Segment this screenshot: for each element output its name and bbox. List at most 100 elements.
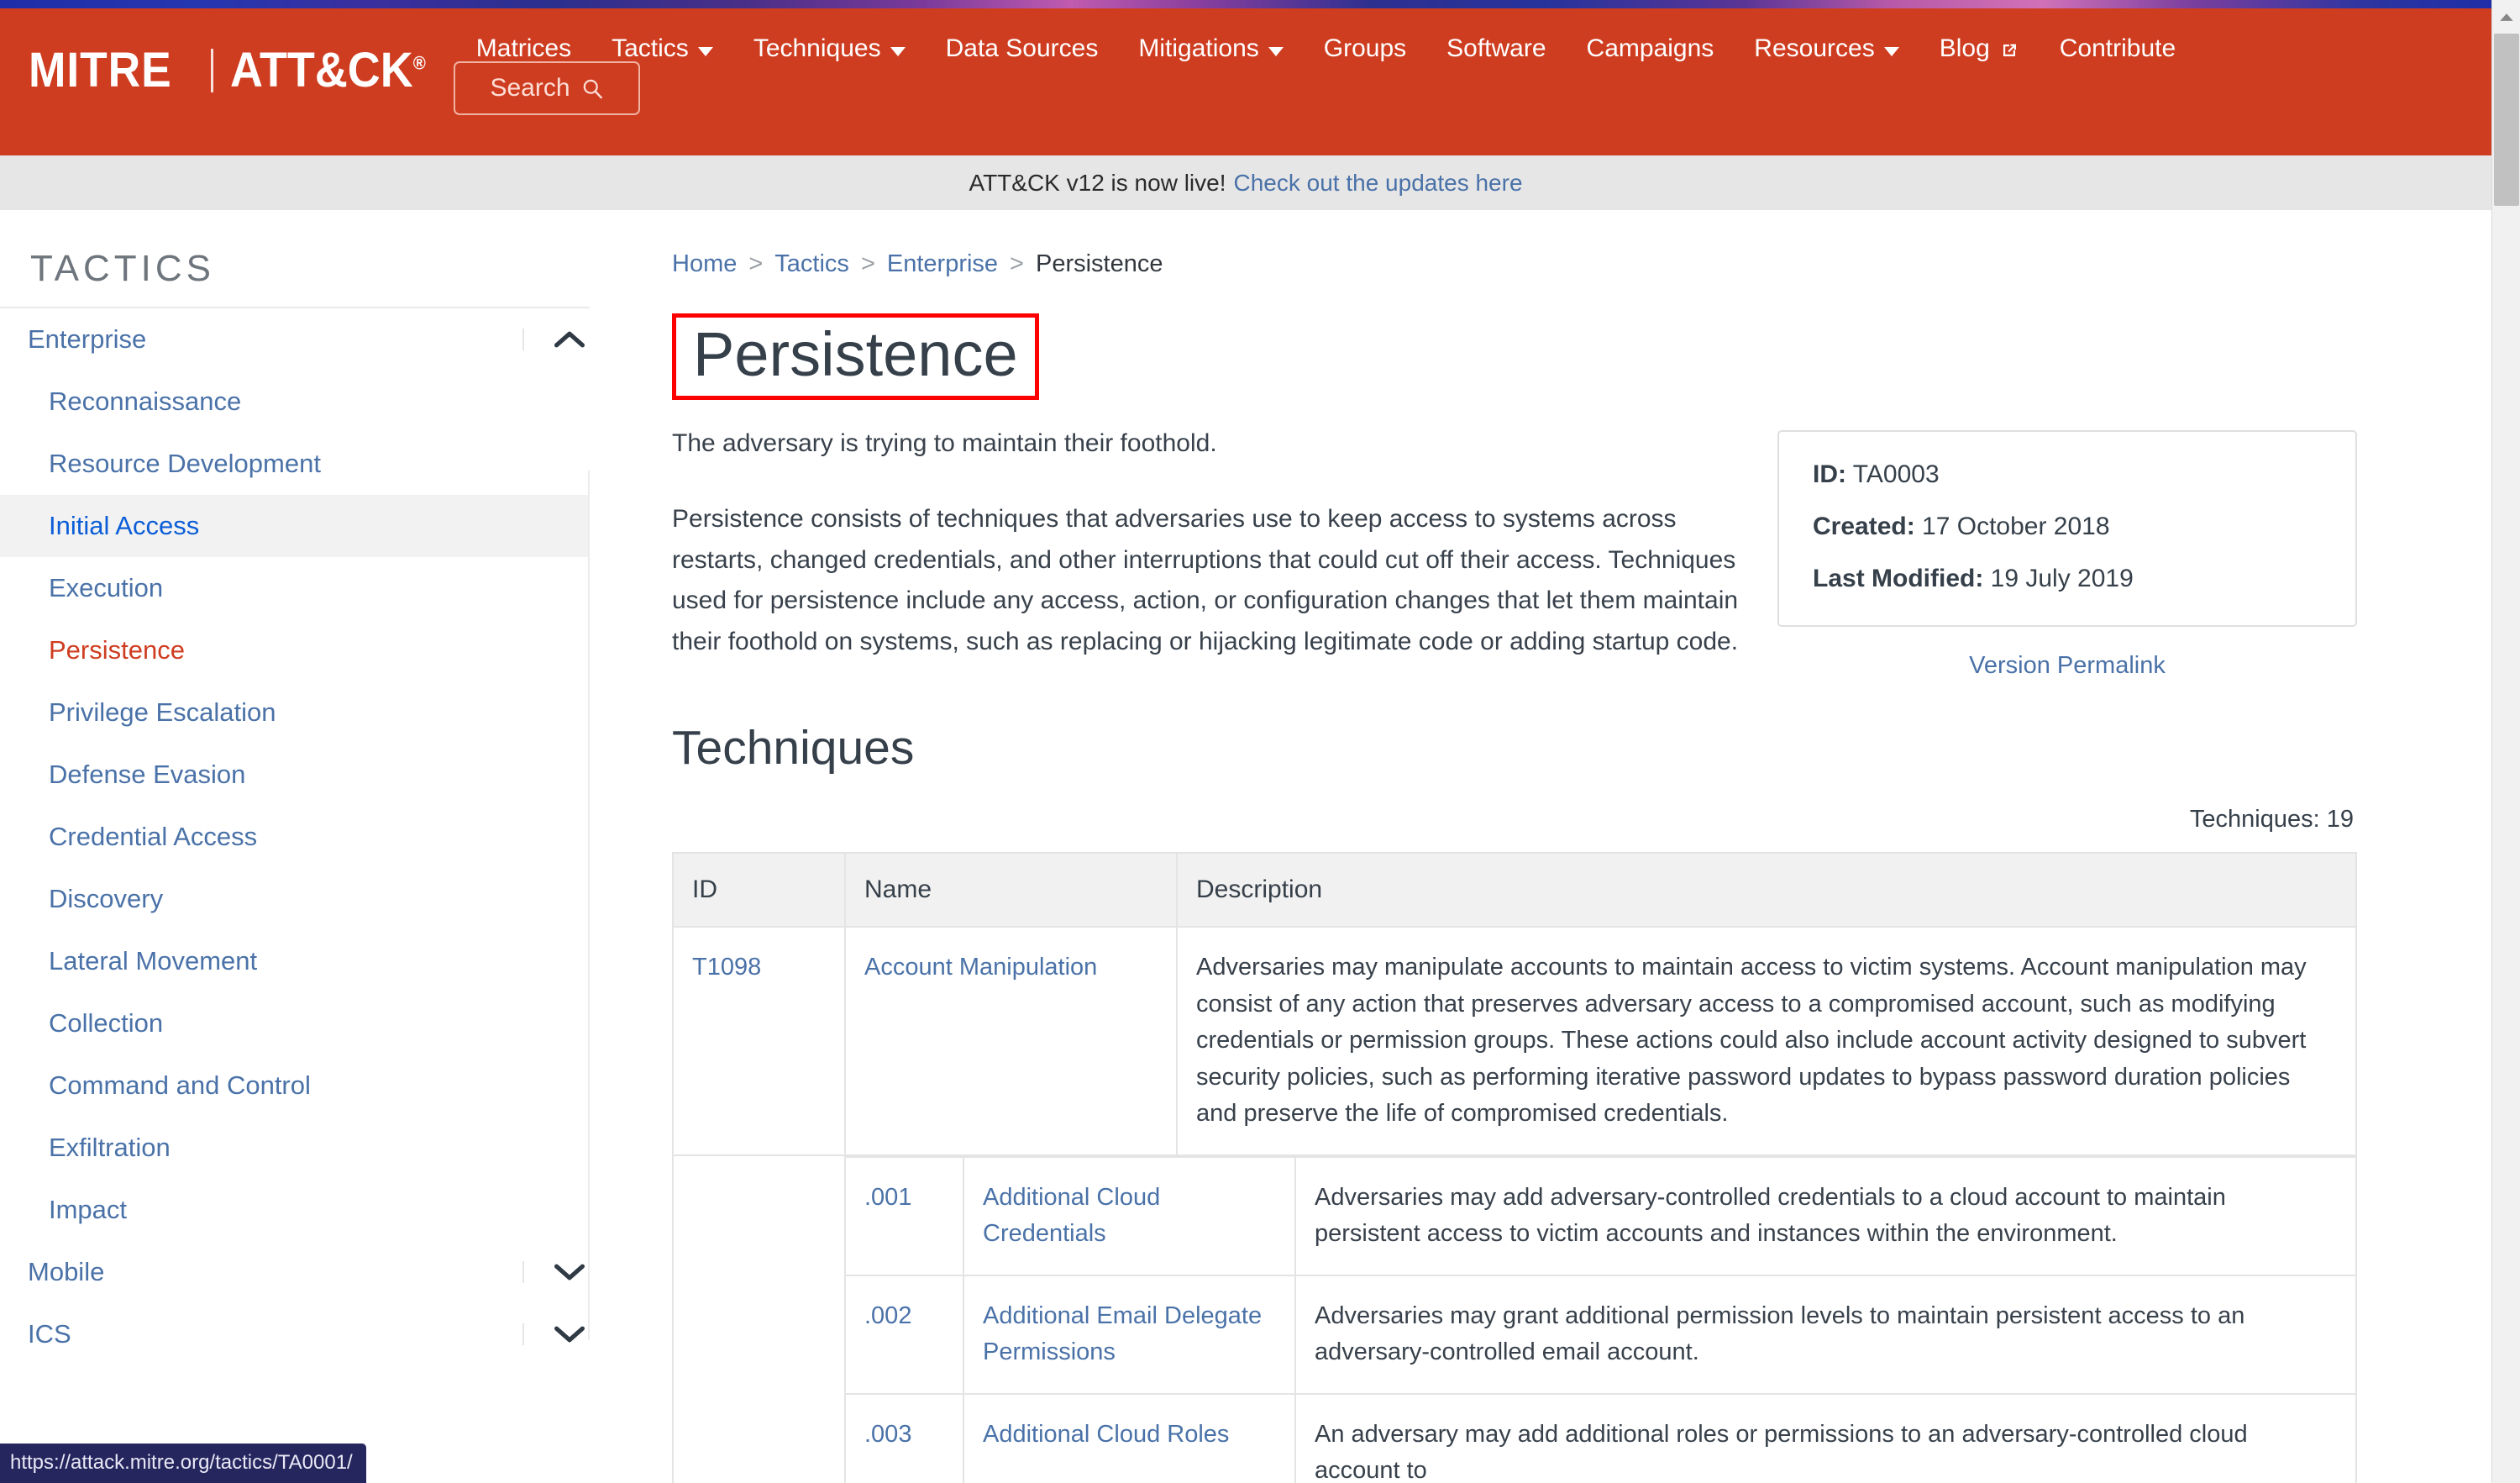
announcement-banner: ATT&CK v12 is now live! Check out the up…: [0, 155, 2491, 210]
subtechniques-container: .001 Additional Cloud Credentials Advers…: [845, 1155, 2356, 1483]
sidebar-group-label: ICS: [28, 1319, 71, 1349]
external-link-icon: [1999, 39, 2019, 59]
subtechnique-indent-spacer: [673, 1155, 845, 1483]
search-icon: [581, 77, 604, 100]
info-row-last-modified: Last Modified: 19 July 2019: [1813, 561, 2322, 597]
sidebar-item-reconnaissance[interactable]: Reconnaissance: [0, 371, 590, 433]
info-label-id: ID:: [1813, 460, 1846, 488]
nav-item-resources[interactable]: Resources: [1734, 29, 1919, 68]
page-body: TACTICS Enterprise Reconnaissance Resour…: [0, 210, 2491, 1483]
nav-label: Resources: [1754, 34, 1874, 63]
techniques-table-body: T1098 Account Manipulation Adversaries m…: [673, 927, 2356, 1483]
info-value-created: 17 October 2018: [1922, 513, 2110, 540]
subtechnique-name-cell: Additional Cloud Roles: [963, 1394, 1295, 1483]
technique-id-link[interactable]: T1098: [692, 954, 761, 981]
subtechnique-name-link[interactable]: Additional Cloud Credentials: [983, 1184, 1160, 1248]
version-permalink-link[interactable]: Version Permalink: [1777, 652, 2357, 680]
intro-section: The adversary is trying to maintain thei…: [672, 425, 2357, 680]
sidebar-item-impact[interactable]: Impact: [0, 1179, 590, 1241]
sidebar-item-persistence[interactable]: Persistence: [0, 619, 590, 681]
subtechnique-id-link[interactable]: .003: [864, 1421, 911, 1448]
table-row: .002 Additional Email Delegate Permissio…: [846, 1275, 2355, 1394]
sidebar-group-enterprise[interactable]: Enterprise: [0, 308, 622, 371]
sidebar-group-ics[interactable]: ICS: [0, 1303, 622, 1365]
chevron-up-icon[interactable]: [522, 329, 588, 350]
info-row-created: Created: 17 October 2018: [1813, 509, 2322, 544]
sidebar-group-label: Enterprise: [28, 324, 146, 355]
subtechnique-id-cell: .001: [846, 1157, 963, 1275]
sidebar-item-exfiltration[interactable]: Exfiltration: [0, 1117, 590, 1179]
search-placeholder: Search: [490, 74, 570, 103]
breadcrumb: Home > Tactics > Enterprise > Persistenc…: [672, 250, 2357, 278]
sidebar-item-resource-development[interactable]: Resource Development: [0, 433, 590, 495]
sidebar-item-command-and-control[interactable]: Command and Control: [0, 1054, 590, 1117]
info-column: ID: TA0003 Created: 17 October 2018 Last…: [1777, 425, 2357, 680]
subtechnique-id-link[interactable]: .001: [864, 1184, 911, 1211]
subtechnique-id-cell: .002: [846, 1275, 963, 1394]
chevron-down-icon[interactable]: [522, 1323, 588, 1345]
subtechnique-id-link[interactable]: .002: [864, 1302, 911, 1329]
technique-name-link[interactable]: Account Manipulation: [864, 954, 1097, 981]
table-row: T1098 Account Manipulation Adversaries m…: [673, 927, 2356, 1155]
scrollbar-up-arrow-icon[interactable]: [2492, 5, 2520, 29]
technique-id-cell: T1098: [673, 927, 845, 1155]
nav-item-contribute[interactable]: Contribute: [2040, 29, 2196, 68]
sidebar-item-defense-evasion[interactable]: Defense Evasion: [0, 744, 590, 806]
page-scrollbar[interactable]: [2491, 0, 2520, 1483]
sidebar-group-mobile[interactable]: Mobile: [0, 1241, 622, 1303]
nav-label: Techniques: [753, 34, 881, 63]
nav-item-mitigations[interactable]: Mitigations: [1118, 29, 1303, 68]
scrollbar-thumb[interactable]: [2494, 34, 2519, 206]
table-header-row: ID Name Description: [673, 853, 2356, 927]
sidebar-item-execution[interactable]: Execution: [0, 557, 590, 619]
registered-mark: ®: [413, 53, 426, 74]
nav-item-data-sources[interactable]: Data Sources: [926, 29, 1119, 68]
nav-label: Blog: [1940, 34, 1990, 63]
nav-label: Matrices: [476, 34, 571, 63]
subtechnique-description-cell: An adversary may add additional roles or…: [1295, 1394, 2355, 1483]
nav-item-software[interactable]: Software: [1426, 29, 1566, 68]
nav-item-groups[interactable]: Groups: [1304, 29, 1426, 68]
nav-item-campaigns[interactable]: Campaigns: [1567, 29, 1735, 68]
sidebar-item-discovery[interactable]: Discovery: [0, 868, 590, 930]
nav-label: Groups: [1324, 34, 1406, 63]
techniques-count: Techniques: 19: [672, 806, 2357, 834]
nav-label: Data Sources: [946, 34, 1099, 63]
breadcrumb-home[interactable]: Home: [672, 250, 737, 278]
main-content: Home > Tactics > Enterprise > Persistenc…: [622, 210, 2491, 1483]
nav-link-list: Matrices Tactics Techniques Data Sources…: [456, 23, 2491, 75]
nav-item-techniques[interactable]: Techniques: [733, 29, 926, 68]
sidebar-item-lateral-movement[interactable]: Lateral Movement: [0, 930, 590, 992]
subtechnique-name-link[interactable]: Additional Email Delegate Permissions: [983, 1302, 1262, 1366]
banner-text: ATT&CK v12 is now live!: [969, 170, 1226, 197]
search-input[interactable]: Search: [454, 61, 640, 115]
sidebar-item-initial-access[interactable]: Initial Access: [0, 495, 590, 557]
sidebar-item-collection[interactable]: Collection: [0, 992, 590, 1054]
breadcrumb-tactics[interactable]: Tactics: [774, 250, 849, 278]
subtechnique-name-link[interactable]: Additional Cloud Roles: [983, 1421, 1229, 1448]
chevron-down-icon: [1268, 47, 1284, 56]
tactic-info-card: ID: TA0003 Created: 17 October 2018 Last…: [1777, 430, 2357, 627]
sidebar-group-label: Mobile: [28, 1257, 104, 1287]
page-title-highlight-box: Persistence: [672, 313, 1039, 400]
tactic-description: Persistence consists of techniques that …: [672, 499, 1744, 662]
breadcrumb-enterprise[interactable]: Enterprise: [887, 250, 998, 278]
sidebar-item-credential-access[interactable]: Credential Access: [0, 806, 590, 868]
banner-link[interactable]: Check out the updates here: [1234, 170, 1523, 197]
chevron-down-icon[interactable]: [522, 1261, 588, 1283]
attack-wordmark: ATT&CK®: [230, 42, 426, 98]
nav-label: Mitigations: [1138, 34, 1258, 63]
nav-label: Contribute: [2060, 34, 2176, 63]
tactics-sidebar: TACTICS Enterprise Reconnaissance Resour…: [0, 210, 622, 1483]
breadcrumb-separator: >: [861, 250, 875, 278]
info-value-last-modified: 19 July 2019: [1991, 565, 2134, 592]
techniques-table: ID Name Description T1098 Account Manipu…: [672, 852, 2357, 1483]
site-logo[interactable]: MITRE ATT&CK®: [29, 42, 441, 98]
sidebar-item-privilege-escalation[interactable]: Privilege Escalation: [0, 681, 590, 744]
techniques-table-head: ID Name Description: [673, 853, 2356, 927]
subtechniques-row: .001 Additional Cloud Credentials Advers…: [673, 1155, 2356, 1483]
subtechniques-table: .001 Additional Cloud Credentials Advers…: [846, 1156, 2355, 1483]
table-row: .001 Additional Cloud Credentials Advers…: [846, 1157, 2355, 1275]
nav-item-blog[interactable]: Blog: [1919, 29, 2040, 68]
nav-label: Tactics: [612, 34, 689, 63]
